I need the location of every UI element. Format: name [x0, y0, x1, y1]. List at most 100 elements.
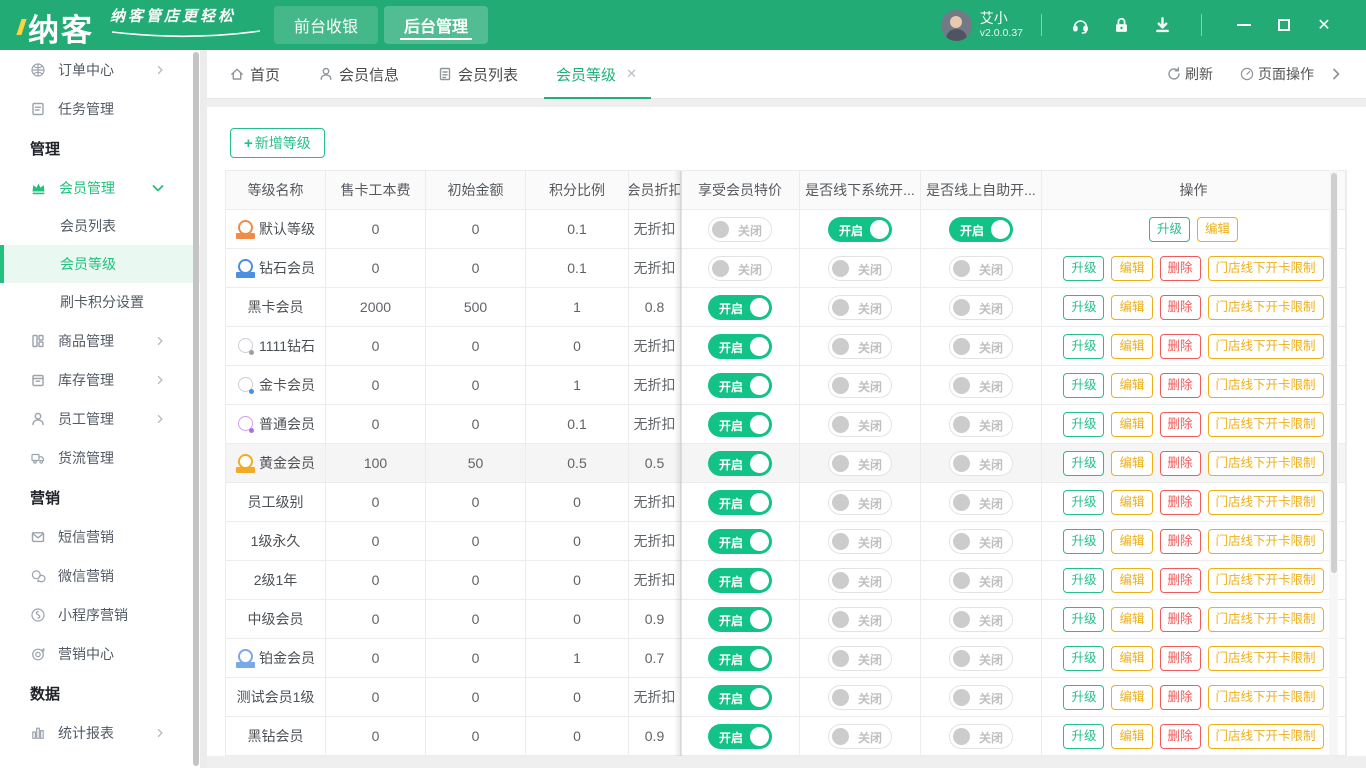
- limit-button[interactable]: 门店线下开卡限制: [1208, 646, 1324, 671]
- toggle-off[interactable]: 关闭: [949, 568, 1013, 593]
- upgrade-button[interactable]: 升级: [1063, 724, 1104, 749]
- upgrade-button[interactable]: 升级: [1063, 451, 1104, 476]
- page-tab[interactable]: 会员信息: [318, 50, 399, 99]
- close-button[interactable]: ✕: [1304, 0, 1344, 50]
- lock-icon[interactable]: [1112, 16, 1131, 35]
- toggle-off[interactable]: 关闭: [949, 451, 1013, 476]
- edit-button[interactable]: 编辑: [1111, 529, 1152, 554]
- table-row[interactable]: 测试会员1级000无折扣开启关闭关闭升级编辑删除门店线下开卡限制: [226, 678, 1346, 717]
- toggle-off[interactable]: 关闭: [828, 412, 892, 437]
- upgrade-button[interactable]: 升级: [1063, 529, 1104, 554]
- sidebar-item[interactable]: 员工管理: [0, 399, 200, 438]
- toggle-off[interactable]: 关闭: [949, 334, 1013, 359]
- limit-button[interactable]: 门店线下开卡限制: [1208, 685, 1324, 710]
- toggle-off[interactable]: 关闭: [828, 568, 892, 593]
- table-row[interactable]: 铂金会员0010.7开启关闭关闭升级编辑删除门店线下开卡限制: [226, 639, 1346, 678]
- toggle-off[interactable]: 关闭: [828, 334, 892, 359]
- toggle-off[interactable]: 关闭: [828, 607, 892, 632]
- sidebar-subitem[interactable]: 会员列表: [0, 207, 200, 245]
- sidebar-scrollbar[interactable]: [193, 52, 199, 766]
- toggle-off[interactable]: 关闭: [828, 373, 892, 398]
- limit-button[interactable]: 门店线下开卡限制: [1208, 295, 1324, 320]
- edit-button[interactable]: 编辑: [1111, 412, 1152, 437]
- delete-button[interactable]: 删除: [1160, 646, 1201, 671]
- avatar[interactable]: [941, 10, 972, 41]
- toggle-off[interactable]: 关闭: [828, 490, 892, 515]
- toggle-off[interactable]: 关闭: [828, 256, 892, 281]
- toggle-on[interactable]: 开启: [708, 451, 772, 476]
- upgrade-button[interactable]: 升级: [1063, 295, 1104, 320]
- page-tab[interactable]: 会员等级✕: [556, 50, 637, 99]
- sidebar-item[interactable]: 库存管理: [0, 360, 200, 399]
- edit-button[interactable]: 编辑: [1111, 607, 1152, 632]
- chevron-right-icon[interactable]: [1328, 66, 1344, 82]
- delete-button[interactable]: 删除: [1160, 295, 1201, 320]
- download-icon[interactable]: [1153, 16, 1172, 35]
- toggle-off[interactable]: 关闭: [828, 295, 892, 320]
- sidebar-subitem[interactable]: 刷卡积分设置: [0, 283, 200, 321]
- edit-button[interactable]: 编辑: [1111, 451, 1152, 476]
- toggle-off[interactable]: 关闭: [949, 295, 1013, 320]
- toggle-on[interactable]: 开启: [708, 295, 772, 320]
- edit-button[interactable]: 编辑: [1111, 334, 1152, 359]
- toggle-off[interactable]: 关闭: [828, 529, 892, 554]
- toggle-off[interactable]: 关闭: [828, 685, 892, 710]
- table-row[interactable]: 默认等级000.1无折扣关闭开启开启升级编辑: [226, 210, 1346, 249]
- table-row[interactable]: 黑钻会员0000.9开启关闭关闭升级编辑删除门店线下开卡限制: [226, 717, 1346, 756]
- page-tab[interactable]: 会员列表: [437, 50, 518, 99]
- toggle-off[interactable]: 关闭: [708, 217, 772, 242]
- toggle-on[interactable]: 开启: [708, 490, 772, 515]
- table-row[interactable]: 黑卡会员200050010.8开启关闭关闭升级编辑删除门店线下开卡限制: [226, 288, 1346, 327]
- limit-button[interactable]: 门店线下开卡限制: [1208, 451, 1324, 476]
- edit-button[interactable]: 编辑: [1111, 295, 1152, 320]
- toggle-on[interactable]: 开启: [708, 724, 772, 749]
- toggle-off[interactable]: 关闭: [828, 451, 892, 476]
- toggle-on[interactable]: 开启: [708, 334, 772, 359]
- sidebar-item[interactable]: 商品管理: [0, 321, 200, 360]
- limit-button[interactable]: 门店线下开卡限制: [1208, 724, 1324, 749]
- delete-button[interactable]: 删除: [1160, 412, 1201, 437]
- limit-button[interactable]: 门店线下开卡限制: [1208, 529, 1324, 554]
- main-nav-tab[interactable]: 后台管理: [384, 6, 488, 44]
- minimize-button[interactable]: [1224, 0, 1264, 50]
- headset-icon[interactable]: [1071, 16, 1090, 35]
- edit-button[interactable]: 编辑: [1111, 568, 1152, 593]
- edit-button[interactable]: 编辑: [1111, 646, 1152, 671]
- toggle-on[interactable]: 开启: [708, 685, 772, 710]
- sidebar-item[interactable]: 小程序营销: [0, 595, 200, 634]
- upgrade-button[interactable]: 升级: [1063, 490, 1104, 515]
- upgrade-button[interactable]: 升级: [1063, 373, 1104, 398]
- upgrade-button[interactable]: 升级: [1063, 607, 1104, 632]
- delete-button[interactable]: 删除: [1160, 724, 1201, 749]
- toggle-on[interactable]: 开启: [708, 529, 772, 554]
- toggle-off[interactable]: 关闭: [949, 529, 1013, 554]
- delete-button[interactable]: 删除: [1160, 568, 1201, 593]
- sidebar-item[interactable]: 短信营销: [0, 517, 200, 556]
- page-operations-button[interactable]: 页面操作: [1239, 64, 1314, 84]
- main-nav-tab[interactable]: 前台收银: [274, 6, 378, 44]
- upgrade-button[interactable]: 升级: [1063, 412, 1104, 437]
- upgrade-button[interactable]: 升级: [1063, 568, 1104, 593]
- limit-button[interactable]: 门店线下开卡限制: [1208, 373, 1324, 398]
- maximize-button[interactable]: [1264, 0, 1304, 50]
- limit-button[interactable]: 门店线下开卡限制: [1208, 607, 1324, 632]
- edit-button[interactable]: 编辑: [1111, 685, 1152, 710]
- table-row[interactable]: 中级会员0000.9开启关闭关闭升级编辑删除门店线下开卡限制: [226, 600, 1346, 639]
- refresh-button[interactable]: 刷新: [1166, 64, 1213, 84]
- upgrade-button[interactable]: 升级: [1063, 685, 1104, 710]
- toggle-off[interactable]: 关闭: [949, 724, 1013, 749]
- upgrade-button[interactable]: 升级: [1063, 256, 1104, 281]
- edit-button[interactable]: 编辑: [1111, 373, 1152, 398]
- toggle-off[interactable]: 关闭: [949, 256, 1013, 281]
- table-scrollbar-thumb[interactable]: [1331, 173, 1337, 573]
- delete-button[interactable]: 删除: [1160, 256, 1201, 281]
- tab-close-icon[interactable]: ✕: [626, 66, 637, 82]
- delete-button[interactable]: 删除: [1160, 373, 1201, 398]
- toggle-off[interactable]: 关闭: [949, 412, 1013, 437]
- table-row[interactable]: 2级1年000无折扣开启关闭关闭升级编辑删除门店线下开卡限制: [226, 561, 1346, 600]
- sidebar-item[interactable]: 订单中心: [0, 50, 200, 89]
- limit-button[interactable]: 门店线下开卡限制: [1208, 412, 1324, 437]
- table-row[interactable]: 1111钻石000无折扣开启关闭关闭升级编辑删除门店线下开卡限制: [226, 327, 1346, 366]
- table-row[interactable]: 钻石会员000.1无折扣关闭关闭关闭升级编辑删除门店线下开卡限制: [226, 249, 1346, 288]
- sidebar-item[interactable]: 任务管理: [0, 89, 200, 128]
